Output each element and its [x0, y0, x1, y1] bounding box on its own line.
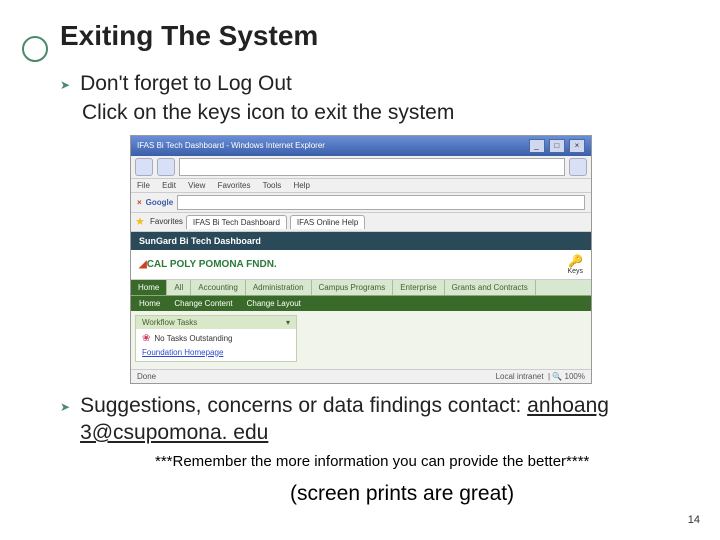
tab-help[interactable]: IFAS Online Help	[290, 215, 365, 229]
workflow-panel-body: ❀ No Tasks Outstanding Foundation Homepa…	[136, 329, 296, 361]
decorative-circle	[22, 36, 48, 62]
subtab-change-content[interactable]: Change Content	[174, 299, 232, 308]
google-label: Google	[146, 198, 174, 207]
logo-row: ◢CAL POLY POMONA FNDN. 🔑 Keys	[131, 250, 591, 280]
tab-all[interactable]: All	[167, 280, 191, 295]
bullet-2: ➤ Suggestions, concerns or data findings…	[60, 392, 680, 447]
screenprints-text: (screen prints are great)	[290, 482, 680, 506]
google-toolbar: × Google	[131, 193, 591, 213]
favorites-label[interactable]: Favorites	[150, 217, 183, 229]
flower-icon: ❀	[142, 333, 150, 344]
menu-view[interactable]: View	[188, 181, 205, 190]
menu-bar: File Edit View Favorites Tools Help	[131, 179, 591, 193]
minimize-button[interactable]: _	[529, 139, 545, 153]
tab-accounting[interactable]: Accounting	[191, 280, 246, 295]
menu-tools[interactable]: Tools	[263, 181, 282, 190]
workflow-panel-header: Workflow Tasks ▾	[136, 316, 296, 329]
bullet-arrow-icon: ➤	[60, 400, 70, 414]
status-done: Done	[137, 372, 156, 381]
favorites-star-icon[interactable]: ★	[135, 215, 147, 227]
main-nav-tabs: Home All Accounting Administration Campu…	[131, 280, 591, 296]
reminder-text: ***Remember the more information you can…	[155, 452, 665, 472]
subtab-change-layout[interactable]: Change Layout	[247, 299, 301, 308]
no-tasks-text: No Tasks Outstanding	[154, 334, 232, 343]
status-bar: Done Local intranet | 🔍 100%	[131, 369, 591, 383]
foundation-homepage-link[interactable]: Foundation Homepage	[142, 348, 223, 357]
embedded-screenshot: IFAS Bi Tech Dashboard - Windows Interne…	[130, 135, 592, 384]
bullet-1: ➤ Don't forget to Log Out	[60, 70, 680, 97]
window-titlebar: IFAS Bi Tech Dashboard - Windows Interne…	[131, 136, 591, 156]
dashboard-content: Workflow Tasks ▾ ❀ No Tasks Outstanding …	[131, 311, 591, 369]
tab-enterprise[interactable]: Enterprise	[393, 280, 444, 295]
slide-title: Exiting The System	[60, 20, 680, 52]
status-right: Local intranet | 🔍 100%	[496, 372, 585, 381]
bullet-2-prefix: Suggestions, concerns or data findings c…	[80, 394, 527, 417]
app-header-bar: SunGard Bi Tech Dashboard	[131, 232, 591, 250]
refresh-button[interactable]	[569, 158, 587, 176]
forward-button[interactable]	[157, 158, 175, 176]
org-logo-text: ◢CAL POLY POMONA FNDN.	[139, 259, 277, 270]
tab-administration[interactable]: Administration	[246, 280, 312, 295]
keys-label: Keys	[567, 268, 583, 275]
back-button[interactable]	[135, 158, 153, 176]
menu-favorites[interactable]: Favorites	[218, 181, 251, 190]
address-bar[interactable]	[179, 158, 565, 176]
workflow-panel: Workflow Tasks ▾ ❀ No Tasks Outstanding …	[135, 315, 297, 362]
status-zone: Local intranet	[496, 372, 544, 381]
panel-collapse-icon[interactable]: ▾	[286, 318, 290, 327]
window-buttons: _ □ ×	[527, 139, 585, 153]
menu-file[interactable]: File	[137, 181, 150, 190]
status-zoom: 100%	[565, 372, 585, 381]
maximize-button[interactable]: □	[549, 139, 565, 153]
menu-help[interactable]: Help	[294, 181, 310, 190]
bullet-arrow-icon: ➤	[60, 78, 70, 92]
subtab-home[interactable]: Home	[139, 299, 160, 308]
close-button[interactable]: ×	[569, 139, 585, 153]
address-row	[131, 156, 591, 179]
slide: Exiting The System ➤ Don't forget to Log…	[0, 0, 720, 506]
window-title: IFAS Bi Tech Dashboard - Windows Interne…	[137, 141, 325, 150]
google-search-input[interactable]	[177, 195, 585, 210]
sub-nav-tabs: Home Change Content Change Layout	[131, 296, 591, 311]
keys-area: 🔑 Keys	[567, 254, 583, 275]
google-x-icon: ×	[137, 198, 142, 207]
tab-dashboard[interactable]: IFAS Bi Tech Dashboard	[186, 215, 287, 229]
menu-edit[interactable]: Edit	[162, 181, 176, 190]
tab-row: ★ Favorites IFAS Bi Tech Dashboard IFAS …	[131, 213, 591, 232]
tab-grants[interactable]: Grants and Contracts	[445, 280, 536, 295]
workflow-panel-title: Workflow Tasks	[142, 318, 197, 327]
tab-home[interactable]: Home	[131, 280, 167, 295]
bullet-1-text: Don't forget to Log Out	[80, 70, 292, 97]
page-number: 14	[688, 514, 700, 526]
bullet-1-subtext: Click on the keys icon to exit the syste…	[82, 99, 680, 126]
keys-icon[interactable]: 🔑	[568, 254, 583, 268]
bullet-2-text: Suggestions, concerns or data findings c…	[80, 392, 680, 447]
tab-campus-programs[interactable]: Campus Programs	[312, 280, 394, 295]
